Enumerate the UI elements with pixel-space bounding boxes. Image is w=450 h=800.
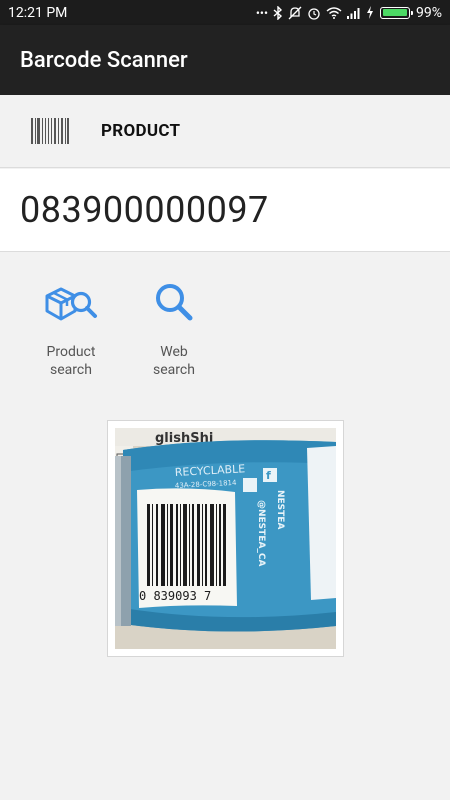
battery-percent: 99%	[416, 4, 442, 21]
barcode-value[interactable]: 083900000097	[20, 189, 269, 231]
dots-icon: •••	[255, 5, 268, 20]
alarm-icon	[308, 7, 320, 20]
handle-text: @NESTEA_CA	[256, 500, 266, 567]
battery-icon	[380, 6, 413, 19]
actions-panel: Product search Web search	[0, 253, 450, 393]
wifi-icon	[326, 6, 342, 19]
app-title: Barcode Scanner	[20, 47, 188, 73]
web-search-icon	[144, 273, 204, 333]
status-icons-group: ••• 99%	[256, 5, 442, 21]
barcode-icon	[31, 118, 71, 144]
scan-photo: glishShi RECYCLABLE 43A-28-C98-1814 f NE…	[115, 428, 336, 649]
product-search-button[interactable]: Product search	[31, 273, 111, 379]
result-type-label: PRODUCT	[101, 121, 181, 141]
status-bar: 12:21 PM ••• 99%	[0, 0, 450, 25]
app-bar: Barcode Scanner	[0, 25, 450, 95]
product-search-label: Product search	[46, 344, 96, 378]
web-search-button[interactable]: Web search	[134, 273, 214, 379]
web-search-label: Web search	[153, 344, 195, 378]
scanned-can-image: glishShi RECYCLABLE 43A-28-C98-1814 f NE…	[115, 428, 336, 649]
mute-icon	[288, 6, 302, 19]
scan-image-frame: glishShi RECYCLABLE 43A-28-C98-1814 f NE…	[107, 420, 344, 657]
battery-level	[382, 9, 408, 16]
charging-icon	[367, 6, 373, 19]
status-time: 12:21 PM	[8, 4, 68, 21]
svg-text:f: f	[266, 469, 271, 482]
code-area: 083900000097	[0, 169, 450, 252]
bluetooth-icon	[273, 5, 283, 20]
result-type-row: PRODUCT	[0, 95, 450, 168]
product-search-icon	[41, 273, 101, 333]
barcode-digits-text: 0 839093 7	[139, 589, 211, 603]
signal-icon	[347, 7, 360, 19]
brand-text: NESTEA	[275, 490, 285, 529]
